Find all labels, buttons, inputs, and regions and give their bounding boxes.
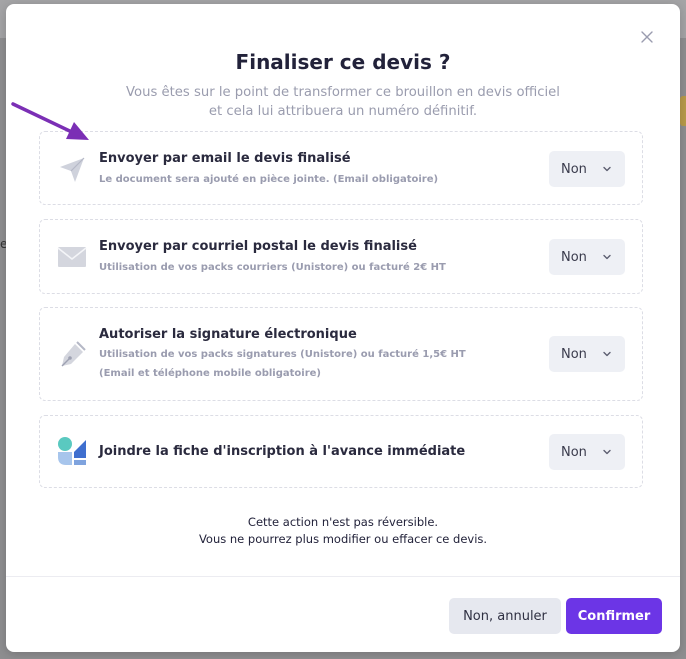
annotation-arrow-icon: [11, 102, 89, 140]
